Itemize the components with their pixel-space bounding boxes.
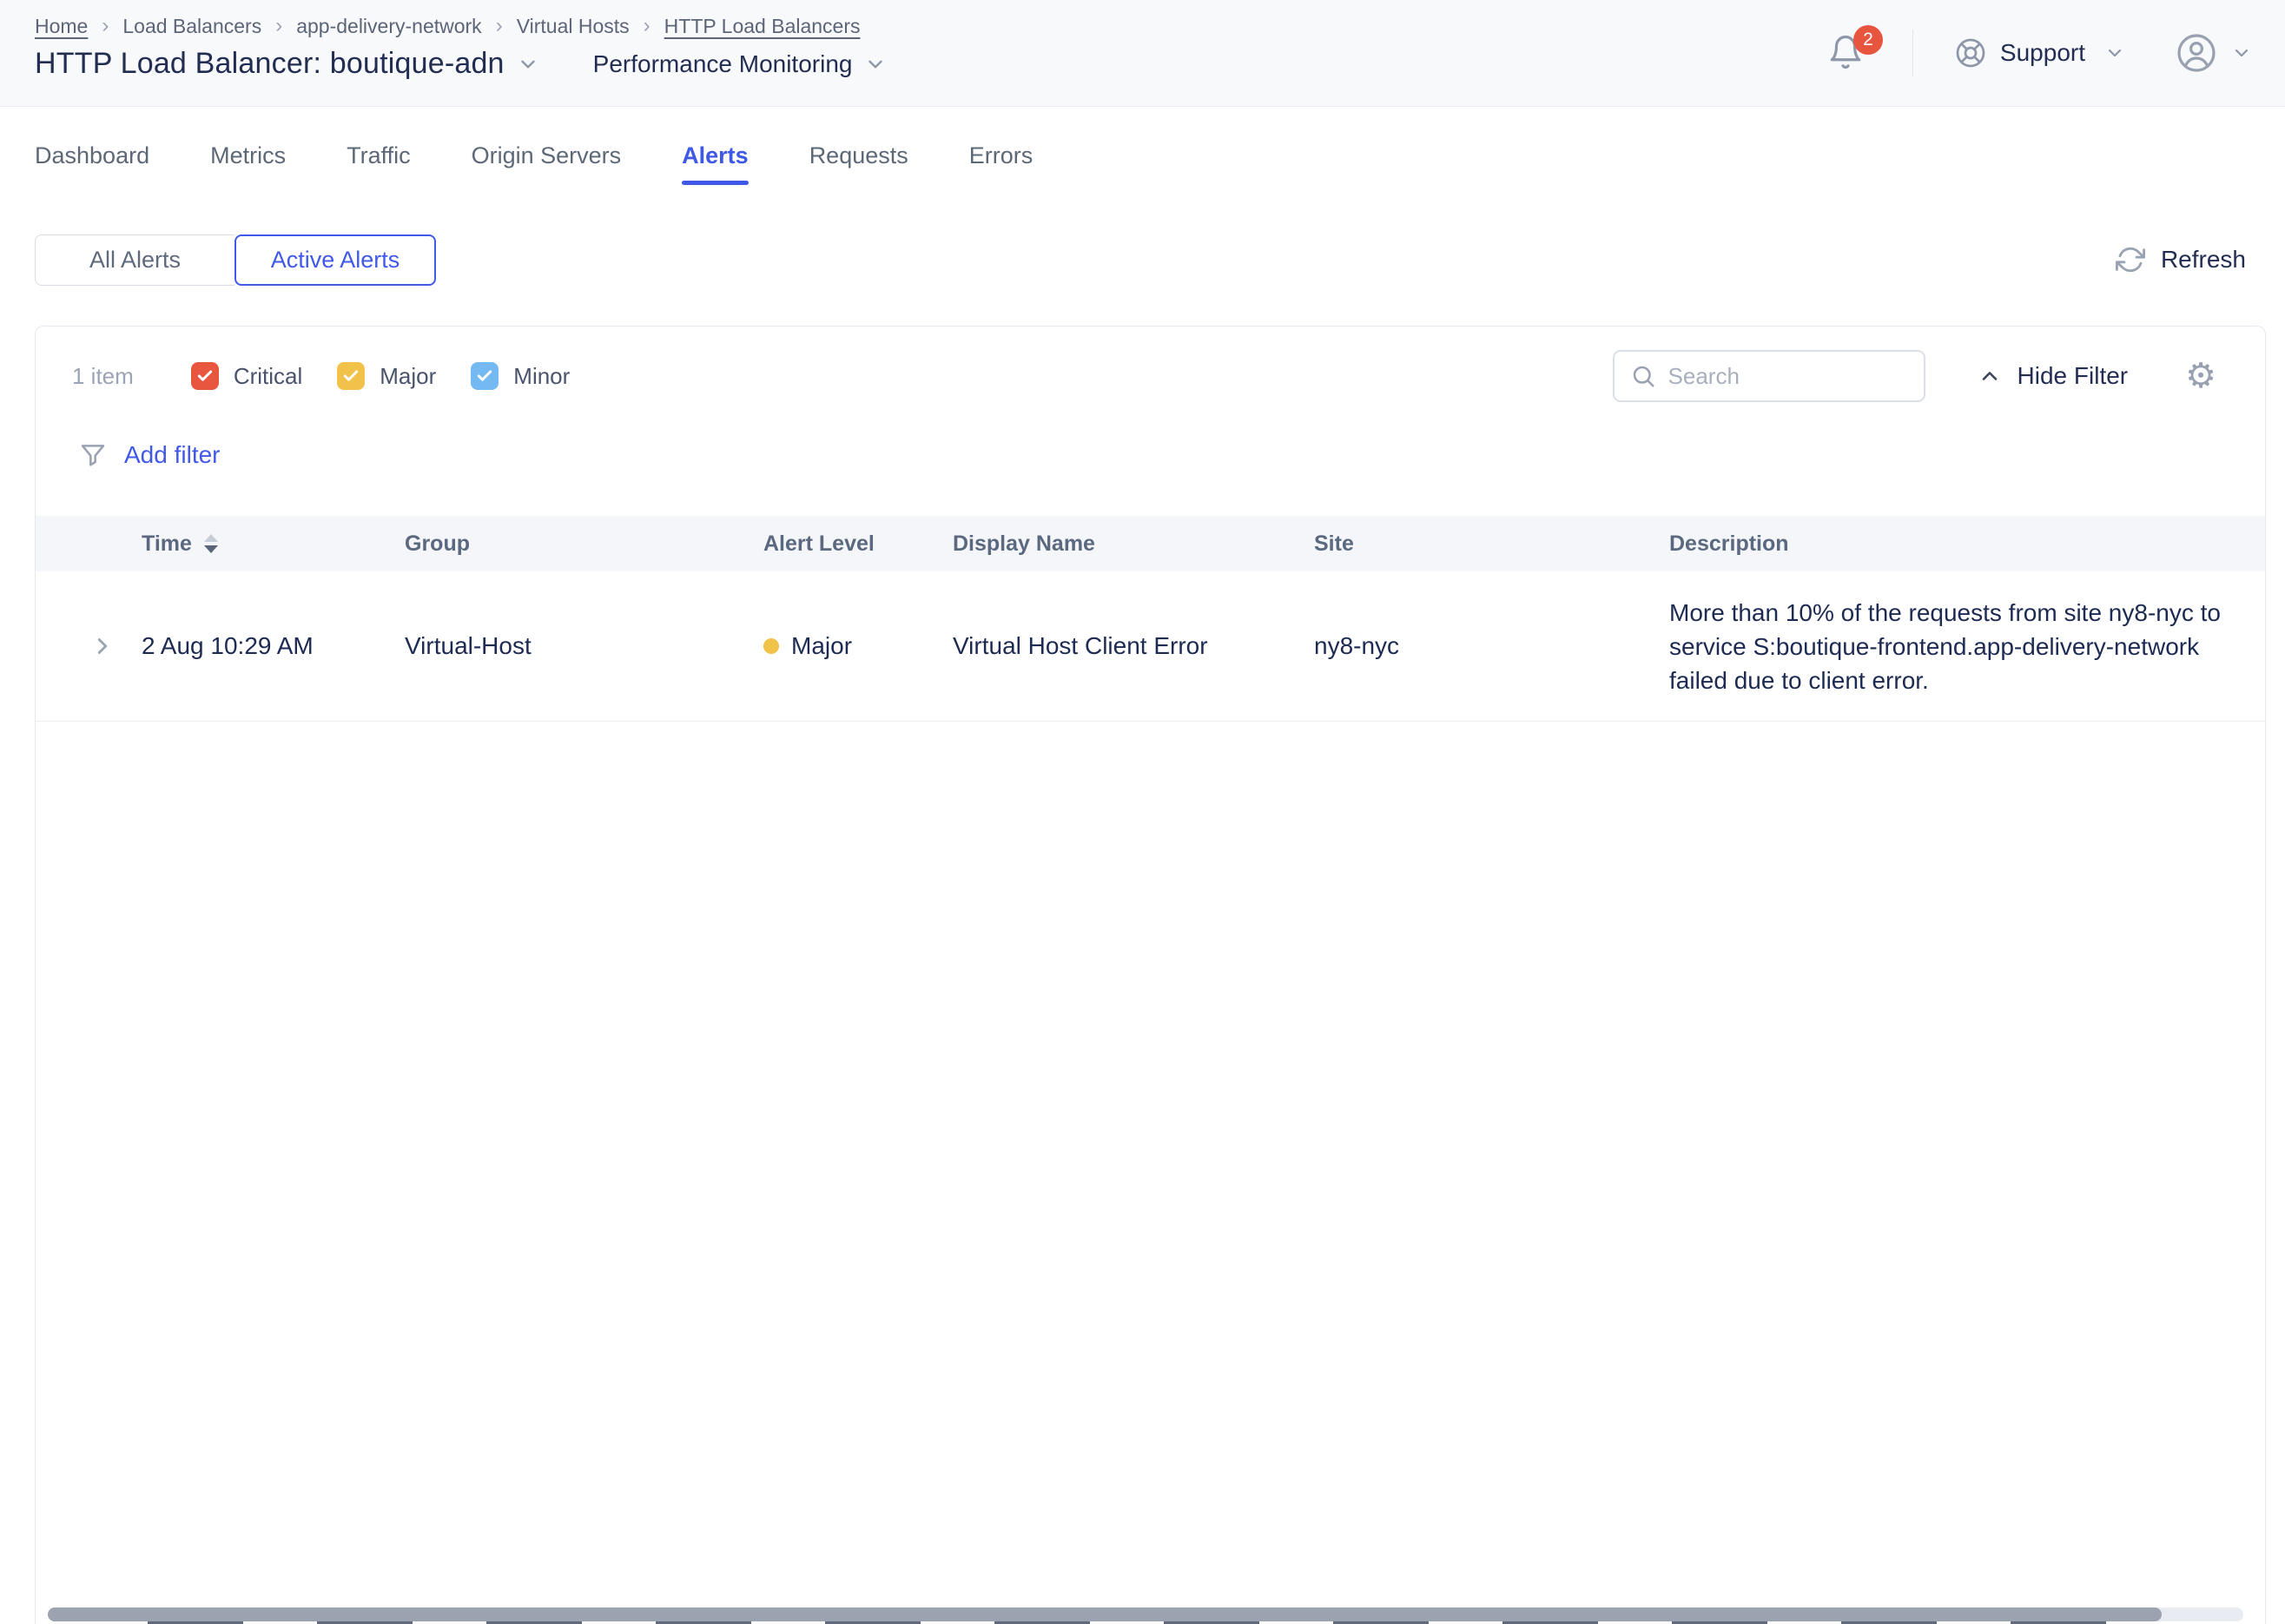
check-icon — [196, 367, 214, 385]
search-icon — [1630, 363, 1656, 389]
account-chevron-down-icon — [2231, 43, 2252, 63]
alerts-scope-toggle: All Alerts Active Alerts — [35, 234, 436, 286]
support-chevron-down-icon — [2104, 43, 2125, 63]
alerts-table: Time Group Alert Level Display Name Site… — [36, 516, 2265, 722]
item-count: 1 item — [72, 363, 134, 390]
minor-label: Minor — [513, 363, 570, 390]
cell-time: 2 Aug 10:29 AM — [142, 632, 405, 660]
cell-alert-level: Major — [763, 632, 953, 660]
refresh-icon — [2116, 245, 2145, 274]
critical-checkbox[interactable] — [191, 362, 219, 390]
column-header-display-name[interactable]: Display Name — [953, 531, 1314, 557]
hide-filter-button[interactable]: Hide Filter — [1978, 362, 2129, 390]
tab-requests[interactable]: Requests — [809, 142, 908, 185]
support-menu[interactable]: Support — [1955, 37, 2125, 69]
breadcrumb-http-load-balancers[interactable]: HTTP Load Balancers — [664, 15, 861, 38]
table-header-row: Time Group Alert Level Display Name Site… — [36, 516, 2265, 571]
breadcrumb: Home › Load Balancers › app-delivery-net… — [35, 14, 861, 38]
horizontal-scrollbar-thumb[interactable] — [48, 1607, 2162, 1621]
account-menu[interactable] — [2176, 32, 2252, 74]
alerts-panel: 1 item Critical Major Minor — [35, 326, 2266, 1624]
row-expander-button[interactable] — [36, 633, 142, 659]
life-buoy-icon — [1955, 37, 1986, 69]
column-header-alert-level[interactable]: Alert Level — [763, 531, 953, 557]
app-header: Home › Load Balancers › app-delivery-net… — [0, 0, 2285, 107]
breadcrumb-separator-icon: › — [644, 14, 650, 38]
table-settings-button[interactable]: ⚙ — [2185, 359, 2216, 393]
breadcrumb-separator-icon: › — [496, 14, 503, 38]
view-selector[interactable]: Performance Monitoring — [593, 50, 888, 78]
breadcrumb-separator-icon: › — [275, 14, 282, 38]
column-header-description[interactable]: Description — [1669, 531, 2265, 557]
breadcrumb-load-balancers[interactable]: Load Balancers — [122, 15, 261, 38]
major-checkbox[interactable] — [337, 362, 365, 390]
table-row[interactable]: 2 Aug 10:29 AM Virtual-Host Major Virtua… — [36, 571, 2265, 722]
major-label: Major — [380, 363, 436, 390]
column-time-label: Time — [142, 531, 192, 557]
filter-bar: 1 item Critical Major Minor — [72, 349, 2265, 403]
column-header-group[interactable]: Group — [405, 531, 763, 557]
check-icon — [476, 367, 493, 385]
breadcrumb-home[interactable]: Home — [35, 15, 88, 38]
critical-label: Critical — [234, 363, 302, 390]
tab-traffic[interactable]: Traffic — [347, 142, 411, 185]
page-tabs: Dashboard Metrics Traffic Origin Servers… — [35, 142, 1033, 185]
hide-filter-label: Hide Filter — [2018, 362, 2129, 390]
chevron-right-icon — [89, 633, 116, 659]
tab-metrics[interactable]: Metrics — [210, 142, 286, 185]
all-alerts-button[interactable]: All Alerts — [35, 234, 234, 286]
title-chevron-down-icon[interactable] — [517, 53, 539, 76]
sort-descending-icon — [204, 534, 218, 553]
major-severity-dot-icon — [763, 638, 779, 654]
tab-alerts[interactable]: Alerts — [682, 142, 749, 185]
cell-site: ny8-nyc — [1314, 632, 1669, 660]
search-box — [1613, 350, 1925, 402]
notifications-button[interactable]: 2 — [1827, 32, 1867, 74]
breadcrumb-separator-icon: › — [102, 14, 109, 38]
refresh-label: Refresh — [2161, 246, 2246, 274]
header-divider — [1912, 30, 1913, 76]
view-selector-chevron-down-icon — [864, 53, 887, 76]
tab-origin-servers[interactable]: Origin Servers — [472, 142, 622, 185]
column-header-time[interactable]: Time — [142, 531, 405, 557]
add-filter-label: Add filter — [124, 441, 221, 469]
breadcrumb-virtual-hosts[interactable]: Virtual Hosts — [517, 15, 630, 38]
avatar-icon — [2176, 32, 2217, 74]
cell-display-name: Virtual Host Client Error — [953, 632, 1314, 660]
cell-group: Virtual-Host — [405, 632, 763, 660]
add-filter-button[interactable]: Add filter — [79, 441, 221, 469]
severity-filter-major[interactable]: Major — [337, 362, 436, 390]
check-icon — [342, 367, 360, 385]
column-header-site[interactable]: Site — [1314, 531, 1669, 557]
funnel-icon — [79, 441, 107, 469]
cell-description: More than 10% of the requests from site … — [1669, 596, 2265, 697]
alert-level-label: Major — [791, 632, 852, 660]
severity-filter-critical[interactable]: Critical — [191, 362, 302, 390]
severity-filter-minor[interactable]: Minor — [471, 362, 570, 390]
support-label: Support — [2000, 39, 2085, 67]
tab-errors[interactable]: Errors — [969, 142, 1034, 185]
page-title: HTTP Load Balancer: boutique-adn — [35, 47, 505, 81]
view-selector-label: Performance Monitoring — [593, 50, 853, 78]
tab-dashboard[interactable]: Dashboard — [35, 142, 149, 185]
refresh-button[interactable]: Refresh — [2116, 245, 2246, 274]
breadcrumb-namespace[interactable]: app-delivery-network — [296, 15, 481, 38]
chevron-up-icon — [1978, 364, 2002, 388]
gear-icon: ⚙ — [2185, 357, 2216, 395]
active-alerts-button[interactable]: Active Alerts — [234, 234, 436, 286]
notification-badge: 2 — [1853, 25, 1883, 55]
search-input[interactable] — [1668, 363, 1908, 390]
minor-checkbox[interactable] — [471, 362, 499, 390]
